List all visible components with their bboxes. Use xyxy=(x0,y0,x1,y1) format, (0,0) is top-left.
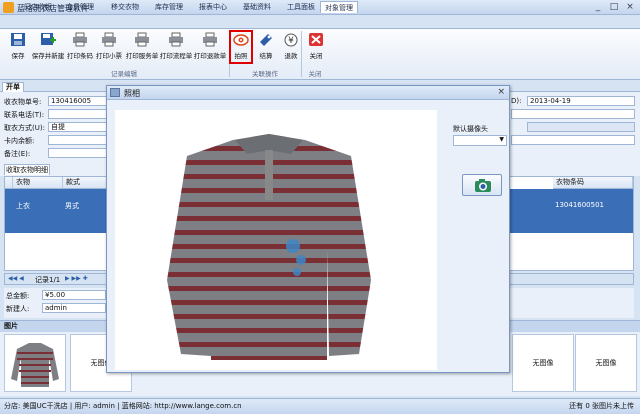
camera-label: 默认摄像头 xyxy=(453,125,488,133)
settle-icon xyxy=(260,34,272,46)
date-field[interactable]: 2013-04-19 xyxy=(527,96,635,106)
svg-text:¥: ¥ xyxy=(288,36,294,46)
group-record-edit: 记录编辑 xyxy=(111,70,137,78)
clothes-no-label: 收衣物单号: xyxy=(4,98,42,106)
column-header-barcode[interactable]: 衣物条码 xyxy=(553,177,633,189)
printer-icon xyxy=(102,32,116,47)
extra-field-2[interactable] xyxy=(527,122,635,132)
nav-first-prev-icon[interactable]: ◀◀ ◀ xyxy=(8,275,24,282)
cell-style: 男式 xyxy=(65,202,79,210)
dialog-title: 照相 xyxy=(124,89,140,98)
printer-icon xyxy=(135,32,149,47)
tab-cashier[interactable]: 门店收银 xyxy=(20,1,56,13)
print-refund-order-label: 打印退款单 xyxy=(193,52,227,60)
column-header-item[interactable]: 衣物 xyxy=(13,177,63,189)
tab-members[interactable]: 会员管理 xyxy=(60,1,100,13)
chevron-down-icon: ▼ xyxy=(499,136,504,143)
camera-icon xyxy=(475,179,491,192)
refund-icon: ¥ xyxy=(284,33,298,47)
print-process-order-button[interactable]: 打印流程单 xyxy=(158,30,194,70)
note-label: 备注(E): xyxy=(4,150,31,158)
minimize-button[interactable]: _ xyxy=(590,2,606,13)
print-ticket-label: 打印小票 xyxy=(96,52,122,60)
pickup-field[interactable]: 自提 xyxy=(48,122,108,132)
extra-field-1[interactable] xyxy=(511,109,635,119)
close-document-button[interactable]: 关闭 xyxy=(300,30,332,70)
cell-item: 上衣 xyxy=(16,202,30,210)
maximize-button[interactable]: □ xyxy=(606,2,622,13)
creator-label: 新建人: xyxy=(6,305,30,313)
photo-dialog: 照相 × 默认摄像头 ▼ xyxy=(106,85,510,373)
thumbnail-empty[interactable]: 无图像 xyxy=(575,334,637,392)
row-indicator-header xyxy=(5,177,13,189)
tab-base-data[interactable]: 基础资料 xyxy=(237,1,277,13)
dialog-title-bar: 照相 × xyxy=(107,86,509,100)
phone-label: 联系电话(T): xyxy=(4,111,45,119)
tab-new-order[interactable]: 开单 xyxy=(2,82,24,92)
phone-field[interactable] xyxy=(48,109,108,119)
print-refund-order-button[interactable]: 打印退款单 xyxy=(192,30,228,70)
total-label: 总金额: xyxy=(6,292,30,300)
printer-icon xyxy=(169,32,183,47)
menu-bar xyxy=(0,15,640,28)
save-new-icon xyxy=(41,33,56,45)
tab-object-management[interactable]: 对象管理 xyxy=(320,1,358,13)
cell-barcode: 13041600501 xyxy=(555,201,604,209)
shirt-photo xyxy=(167,134,371,360)
dialog-app-icon xyxy=(110,88,120,97)
group-related-ops: 关联操作 xyxy=(252,70,278,78)
close-icon xyxy=(309,33,323,46)
print-service-order-button[interactable]: 打印服务单 xyxy=(124,30,160,70)
thumbnail-photo[interactable] xyxy=(4,334,66,392)
card-balance-label: 卡内余额: xyxy=(4,137,35,145)
print-barcode-button[interactable]: 打印条码 xyxy=(64,30,96,70)
nav-next-last-icon[interactable]: ▶ ▶▶ ✚ xyxy=(65,275,88,282)
status-bar: 分店: 美国UC干洗店 | 用户: admin | 蓝格网站: http://w… xyxy=(0,398,640,414)
status-text: 分店: 美国UC干洗店 | 用户: admin | 蓝格网站: http://w… xyxy=(4,402,242,410)
extra-field-3[interactable] xyxy=(511,135,635,145)
tab-tools[interactable]: 工具面板 xyxy=(281,1,321,13)
shirt-thumbnail-icon xyxy=(11,343,59,387)
camera-preview xyxy=(115,110,437,370)
pickup-label: 取衣方式(U): xyxy=(4,124,45,132)
tab-transfer[interactable]: 移交衣物 xyxy=(105,1,145,13)
print-ticket-button[interactable]: 打印小票 xyxy=(93,30,125,70)
thumbnail-empty[interactable]: 无图像 xyxy=(512,334,574,392)
date-label: D): xyxy=(511,97,522,105)
note-field[interactable] xyxy=(48,148,108,158)
upload-status: 还有 0 张图片未上传 xyxy=(569,402,634,410)
app-logo-icon xyxy=(3,2,14,13)
total-amount: ¥5.00 xyxy=(42,290,106,300)
record-position: 记录1/1 xyxy=(35,276,61,284)
close-document-label: 关闭 xyxy=(309,52,323,60)
printer-icon xyxy=(73,32,87,47)
tab-reports[interactable]: 报表中心 xyxy=(193,1,233,13)
save-and-new-button[interactable]: 保存并新建 xyxy=(30,30,66,70)
close-icon[interactable]: × xyxy=(497,87,505,97)
tab-inventory[interactable]: 库存管理 xyxy=(149,1,189,13)
creator-value: admin xyxy=(42,303,106,313)
printer-icon xyxy=(203,32,217,47)
close-window-button[interactable]: × xyxy=(622,2,638,13)
save-and-new-label: 保存并新建 xyxy=(31,52,65,60)
capture-button[interactable] xyxy=(462,174,502,196)
camera-select[interactable]: ▼ xyxy=(453,135,507,146)
tab-clothes-detail[interactable]: 收取衣物明细 xyxy=(4,164,50,175)
print-process-order-label: 打印流程单 xyxy=(159,52,193,60)
clothes-no-field[interactable]: 130416005 xyxy=(48,96,108,106)
card-balance-field[interactable] xyxy=(48,135,108,145)
save-icon xyxy=(11,33,25,46)
group-close: 关闭 xyxy=(308,70,322,78)
print-service-order-label: 打印服务单 xyxy=(125,52,159,60)
print-barcode-label: 打印条码 xyxy=(67,52,93,60)
